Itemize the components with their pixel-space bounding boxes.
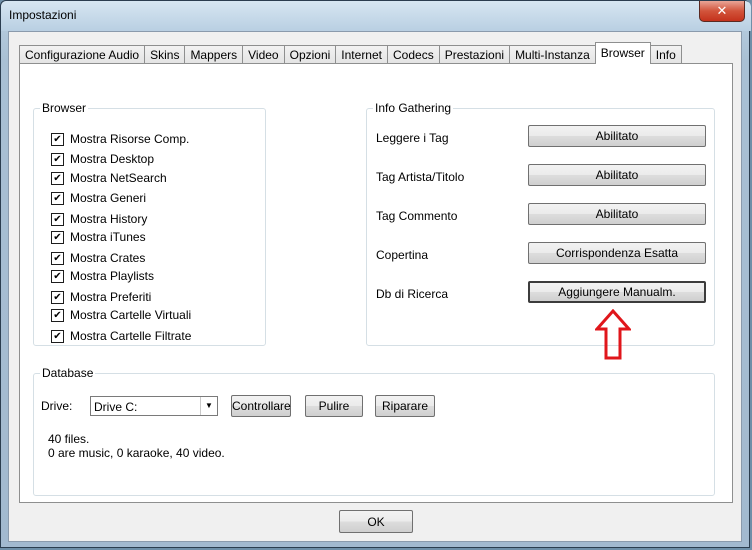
database-group: Database Drive: Drive C: ▼ Controllare P… <box>33 366 715 496</box>
leggere-tag-button[interactable]: Abilitato <box>528 125 706 147</box>
leggere-tag-label: Leggere i Tag <box>376 131 449 145</box>
info-gathering-legend: Info Gathering <box>375 101 452 115</box>
db-ricerca-button[interactable]: Aggiungere Manualm. <box>528 281 706 303</box>
footer-bar: OK <box>9 503 741 541</box>
checkbox-label: Mostra Generi <box>70 191 147 205</box>
checkbox-label: Mostra Cartelle Filtrate <box>70 329 192 343</box>
drive-select-value: Drive C: <box>94 400 138 414</box>
checkbox-label: Mostra iTunes <box>70 230 146 244</box>
tag-commento-button[interactable]: Abilitato <box>528 203 706 225</box>
tab-opzioni[interactable]: Opzioni <box>283 45 337 64</box>
checkbox-mostra-history[interactable]: ✔ Mostra History <box>51 211 147 227</box>
tag-artista-titolo-button[interactable]: Abilitato <box>528 164 706 186</box>
checkmark-icon[interactable]: ✔ <box>51 269 64 283</box>
checkbox-mostra-playlists[interactable]: ✔ Mostra Playlists <box>51 268 154 284</box>
checkmark-icon[interactable]: ✔ <box>51 191 64 205</box>
db-stats-files: 40 files. <box>48 432 90 446</box>
checkbox-label: Mostra NetSearch <box>70 171 167 185</box>
tab-browser[interactable]: Browser <box>594 42 651 64</box>
checkmark-icon[interactable]: ✔ <box>51 152 64 166</box>
checkbox-label: Mostra Crates <box>70 251 146 265</box>
checkbox-mostra-itunes[interactable]: ✔ Mostra iTunes <box>51 229 146 245</box>
drive-select[interactable]: Drive C: ▼ <box>90 396 218 416</box>
tab-info[interactable]: Info <box>649 45 682 64</box>
checkmark-icon[interactable]: ✔ <box>51 230 64 244</box>
red-arrow-up-icon <box>595 309 631 360</box>
tab-video[interactable]: Video <box>242 45 285 64</box>
checkbox-mostra-risorse-comp[interactable]: ✔ Mostra Risorse Comp. <box>51 131 189 147</box>
checkmark-icon[interactable]: ✔ <box>51 308 64 322</box>
checkmark-icon[interactable]: ✔ <box>51 329 64 343</box>
checkbox-label: Mostra History <box>70 212 148 226</box>
checkbox-mostra-generi[interactable]: ✔ Mostra Generi <box>51 190 146 206</box>
title-bar[interactable]: Impostazioni ✕ <box>1 1 751 31</box>
tab-configurazione-audio[interactable]: Configurazione Audio <box>19 45 146 64</box>
checkmark-icon[interactable]: ✔ <box>51 132 64 146</box>
controllare-button[interactable]: Controllare <box>231 395 291 417</box>
checkbox-label: Mostra Playlists <box>70 269 155 283</box>
close-button[interactable]: ✕ <box>699 1 745 22</box>
tab-strip: Configurazione Audio Skins Mappers Video… <box>19 42 682 64</box>
copertina-label: Copertina <box>376 248 429 262</box>
database-legend: Database <box>42 366 94 380</box>
browser-group: Browser ✔ Mostra Risorse Comp. ✔ Mostra … <box>33 101 266 346</box>
tab-multi-instanza[interactable]: Multi-Instanza <box>509 45 596 64</box>
tag-commento-label: Tag Commento <box>376 209 458 223</box>
checkmark-icon[interactable]: ✔ <box>51 251 64 265</box>
drive-label: Drive: <box>41 399 73 413</box>
info-gathering-group: Info Gathering Leggere i Tag Abilitato T… <box>366 101 715 360</box>
window-title: Impostazioni <box>9 8 77 22</box>
copertina-button[interactable]: Corrispondenza Esatta <box>528 242 706 264</box>
checkmark-icon[interactable]: ✔ <box>51 212 64 226</box>
checkbox-mostra-preferiti[interactable]: ✔ Mostra Preferiti <box>51 289 151 305</box>
settings-window: Impostazioni ✕ Configurazione Audio Skin… <box>0 0 751 548</box>
pulire-button[interactable]: Pulire <box>305 395 363 417</box>
tab-codecs[interactable]: Codecs <box>387 45 440 64</box>
riparare-button[interactable]: Riparare <box>375 395 435 417</box>
browser-tab-panel: Browser ✔ Mostra Risorse Comp. ✔ Mostra … <box>19 63 733 503</box>
checkbox-mostra-cartelle-virtuali[interactable]: ✔ Mostra Cartelle Virtuali <box>51 307 191 323</box>
db-ricerca-label: Db di Ricerca <box>376 287 449 301</box>
tab-prestazioni[interactable]: Prestazioni <box>438 45 511 64</box>
tab-skins[interactable]: Skins <box>144 45 186 64</box>
tag-artista-titolo-label: Tag Artista/Titolo <box>376 170 465 184</box>
checkbox-mostra-cartelle-filtrate[interactable]: ✔ Mostra Cartelle Filtrate <box>51 328 191 344</box>
checkbox-mostra-crates[interactable]: ✔ Mostra Crates <box>51 250 145 266</box>
checkbox-label: Mostra Risorse Comp. <box>70 132 190 146</box>
tab-internet[interactable]: Internet <box>335 45 388 64</box>
checkbox-mostra-desktop[interactable]: ✔ Mostra Desktop <box>51 151 154 167</box>
checkbox-mostra-netsearch[interactable]: ✔ Mostra NetSearch <box>51 170 167 186</box>
close-icon: ✕ <box>716 3 728 18</box>
checkbox-label: Mostra Desktop <box>70 152 155 166</box>
browser-group-legend: Browser <box>42 101 87 115</box>
checkmark-icon[interactable]: ✔ <box>51 171 64 185</box>
chevron-down-icon[interactable]: ▼ <box>200 397 217 415</box>
db-stats-breakdown: 0 are music, 0 karaoke, 40 video. <box>48 446 225 460</box>
dialog-client: Configurazione Audio Skins Mappers Video… <box>8 31 742 542</box>
tab-mappers[interactable]: Mappers <box>184 45 244 64</box>
checkbox-label: Mostra Preferiti <box>70 290 152 304</box>
checkmark-icon[interactable]: ✔ <box>51 290 64 304</box>
checkbox-label: Mostra Cartelle Virtuali <box>70 308 192 322</box>
ok-button[interactable]: OK <box>339 510 413 533</box>
